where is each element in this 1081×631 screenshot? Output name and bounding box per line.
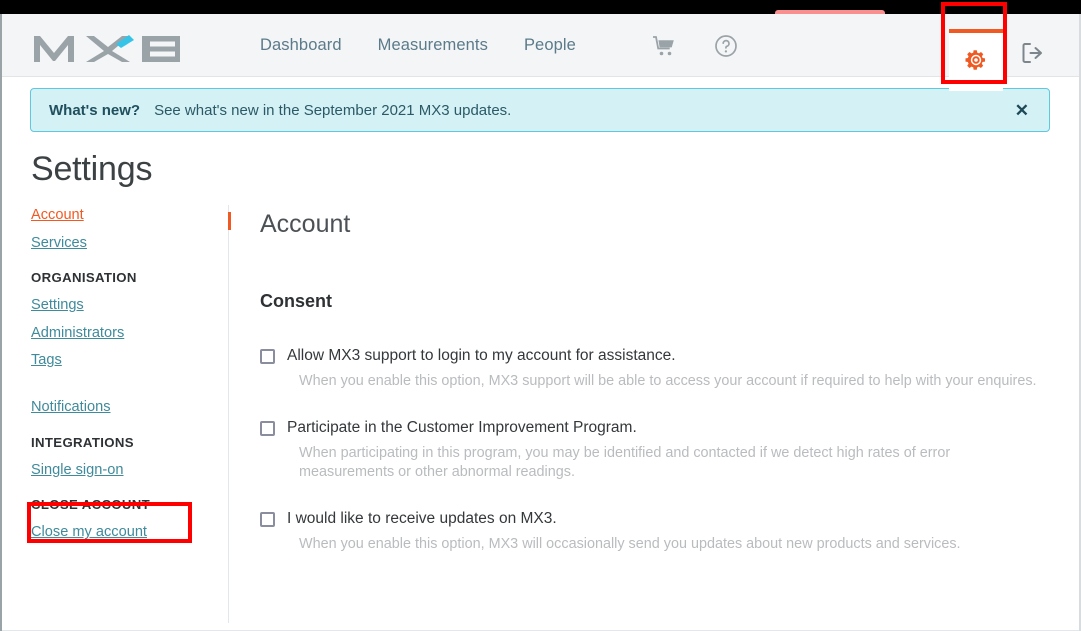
account-heading: Account [260,210,351,238]
consent-item: Participate in the Customer Improvement … [260,419,1060,484]
consent-description: When participating in this program, you … [299,444,951,481]
header-icon-group [652,14,738,77]
sidebar-item-administrators[interactable]: Administrators [31,326,221,341]
sidebar-item-account[interactable]: Account [31,208,221,223]
cart-icon[interactable] [652,35,676,57]
checkbox-allow-support-login[interactable] [260,349,275,364]
nav-item-measurements[interactable]: Measurements [378,36,488,55]
annotation-partial-top [775,10,885,14]
settings-sidebar: Account Services ORGANISATION Settings A… [31,208,221,553]
window-top-bar [0,0,1081,14]
consent-description: When you enable this option, MX3 support… [299,372,1037,389]
sidebar-heading-close-account: CLOSE ACCOUNT [31,497,151,513]
checkbox-receive-updates[interactable] [260,512,275,528]
consent-description: When you enable this option, MX3 will oc… [299,536,961,553]
whats-new-banner: What's new? See what's new in the Septem… [30,88,1050,132]
sidebar-divider [228,205,229,623]
settings-tab[interactable] [949,29,1003,91]
main-panel: Account Consent Allow MX3 support to log… [260,210,1060,582]
consent-item: Allow MX3 support to login to my account… [260,347,1060,392]
app-header: Dashboard Measurements People [2,14,1079,91]
consent-label: Allow MX3 support to login to my account… [287,347,676,364]
consent-label: I would like to receive updates on MX3. [287,510,557,528]
sidebar-item-single-sign-on[interactable]: Single sign-on [31,462,221,478]
nav-item-people[interactable]: People [524,36,576,55]
nav-item-dashboard[interactable]: Dashboard [260,36,342,55]
help-circle-icon[interactable] [714,34,738,58]
logout-button[interactable] [1019,42,1047,69]
checkbox-customer-improvement-program[interactable] [260,420,275,436]
banner-title: What's new? [49,101,141,119]
consent-item: I would like to receive updates on MX3. … [260,510,1060,555]
sidebar-item-notifications[interactable]: Notifications [31,400,221,415]
sidebar-item-tags[interactable]: Tags [31,353,221,368]
mx3-logo[interactable] [30,30,216,66]
sidebar-item-close-my-account[interactable]: Close my account [31,525,221,540]
banner-close-icon[interactable]: ✕ [1013,98,1031,123]
sidebar-heading-organisation: ORGANISATION [31,270,137,286]
page-title: Settings [31,150,153,188]
app-window: Dashboard Measurements People What's new… [0,0,1081,631]
sidebar-active-indicator [228,212,231,230]
sidebar-item-settings[interactable]: Settings [31,298,221,313]
sidebar-item-services[interactable]: Services [31,235,221,251]
logout-icon [1021,42,1045,69]
sidebar-heading-integrations: INTEGRATIONS [31,434,134,450]
primary-nav: Dashboard Measurements People [260,14,576,77]
consent-heading: Consent [260,291,332,311]
banner-message: See what's new in the September 2021 MX3… [154,101,512,119]
consent-label: Participate in the Customer Improvement … [287,418,637,436]
window-left-edge [0,14,2,631]
gear-icon [964,48,988,77]
